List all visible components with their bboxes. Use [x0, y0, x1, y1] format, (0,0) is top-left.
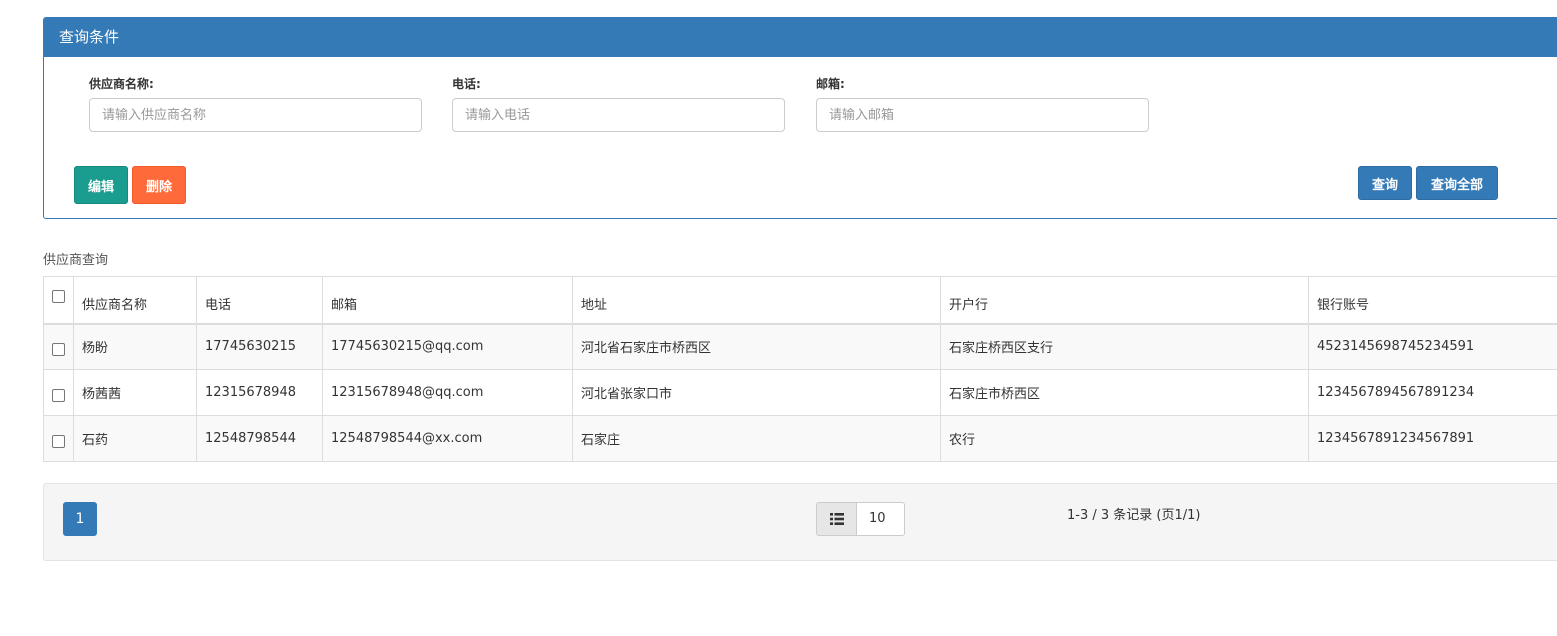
email-input[interactable] [816, 98, 1149, 132]
supplier-name-input[interactable] [89, 98, 422, 132]
row-checkbox[interactable] [52, 389, 65, 402]
page-button-current[interactable]: 1 [63, 502, 97, 536]
table-cell: 农行 [940, 415, 1309, 462]
select-all-checkbox[interactable] [52, 290, 65, 304]
table-cell: 12548798544 [196, 415, 323, 462]
table-row[interactable]: 石药 12548798544 12548798544@xx.com 石家庄 农行… [43, 415, 1557, 462]
list-icon[interactable] [816, 502, 856, 536]
row-checkbox[interactable] [52, 343, 65, 357]
edit-button[interactable]: 编辑 [74, 166, 128, 204]
section-title: 供应商查询 [43, 253, 109, 268]
table-cell: 石家庄市桥西区 [940, 369, 1309, 416]
table-cell: 12548798544@xx.com [322, 415, 573, 462]
supplier-name-label: 供应商名称: [89, 77, 154, 91]
row-checkbox[interactable] [52, 435, 65, 448]
column-header[interactable]: 供应商名称 [73, 276, 197, 325]
table-cell: 4523145698745234591 [1308, 323, 1557, 370]
page-size-input[interactable]: 10 [856, 502, 905, 536]
delete-button[interactable]: 删除 [132, 166, 186, 204]
table-cell: 1234567894567891234 [1308, 369, 1557, 416]
table-cell: 17745630215 [196, 323, 323, 370]
column-header[interactable]: 地址 [572, 276, 941, 325]
table-cell: 17745630215@qq.com [322, 323, 573, 370]
column-header[interactable]: 开户行 [940, 276, 1309, 325]
row-checkbox-cell [43, 415, 74, 462]
table-header-row: 供应商名称 电话 邮箱 地址 开户行 银行账号 [43, 276, 1557, 325]
table-row[interactable]: 杨茜茜 12315678948 12315678948@qq.com 河北省张家… [43, 369, 1557, 416]
table-cell: 河北省张家口市 [572, 369, 941, 416]
pagination-bar: 1 10 1-3 / 3 条记录 (页1/1) [43, 483, 1557, 561]
row-checkbox-cell [43, 323, 74, 370]
table-row[interactable]: 杨盼 17745630215 17745630215@qq.com 河北省石家庄… [43, 323, 1557, 370]
table-cell: 河北省石家庄市桥西区 [572, 323, 941, 370]
column-header[interactable]: 邮箱 [322, 276, 573, 325]
table-cell: 石家庄 [572, 415, 941, 462]
query-button[interactable]: 查询 [1358, 166, 1412, 200]
table-cell: 1234567891234567891 [1308, 415, 1557, 462]
row-checkbox-cell [43, 369, 74, 416]
header-checkbox-cell [43, 276, 74, 325]
phone-label: 电话: [452, 77, 481, 91]
query-panel: 查询条件 供应商名称: 电话: 邮箱: 编辑 删除 查询 查询全部 [43, 17, 1557, 219]
panel-title: 查询条件 [44, 18, 1557, 57]
record-count-info: 1-3 / 3 条记录 (页1/1) [1067, 508, 1201, 523]
column-header[interactable]: 银行账号 [1308, 276, 1557, 325]
email-label: 邮箱: [816, 77, 845, 91]
table-cell: 12315678948 [196, 369, 323, 416]
query-all-button[interactable]: 查询全部 [1416, 166, 1498, 200]
table-cell: 12315678948@qq.com [322, 369, 573, 416]
supplier-table: 供应商名称 电话 邮箱 地址 开户行 银行账号 杨盼 17745630215 1… [43, 276, 1557, 462]
table-cell: 杨茜茜 [73, 369, 197, 416]
table-cell: 石药 [73, 415, 197, 462]
column-header[interactable]: 电话 [196, 276, 323, 325]
table-cell: 杨盼 [73, 323, 197, 370]
phone-input[interactable] [452, 98, 785, 132]
page-size-selector[interactable]: 10 [816, 502, 905, 536]
table-cell: 石家庄桥西区支行 [940, 323, 1309, 370]
